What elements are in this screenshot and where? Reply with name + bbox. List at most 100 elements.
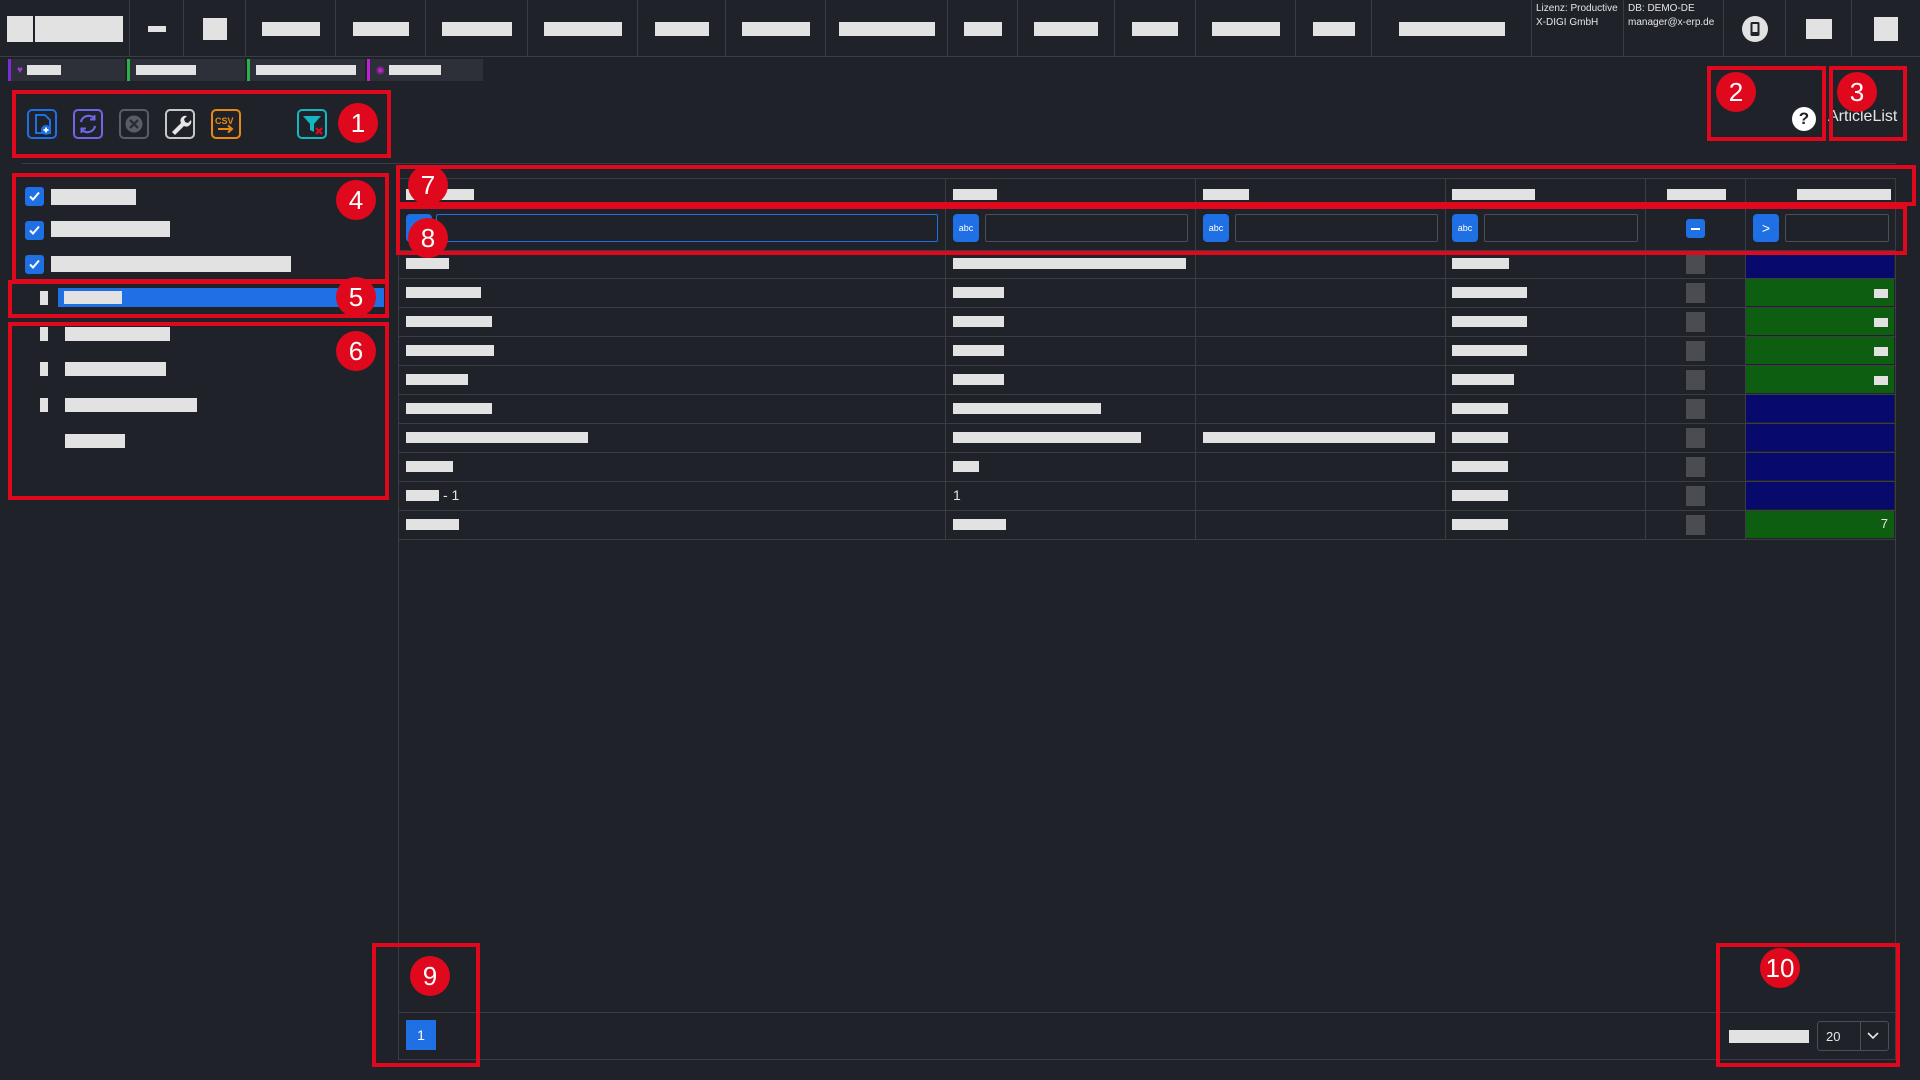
user-email: manager@x-erp.de (1628, 17, 1715, 28)
annotation-box-7 (396, 165, 1916, 206)
nav-action-2[interactable] (1852, 0, 1920, 57)
nav-item-7[interactable] (638, 0, 726, 57)
annotation-box-10 (1716, 943, 1900, 1067)
grid-bottom-border (398, 1059, 1896, 1060)
table-cell-suffix: - 1 (443, 487, 460, 503)
row-separator (398, 394, 1896, 395)
status-cell (1746, 395, 1894, 422)
row-separator (398, 336, 1896, 337)
status-cell (1746, 251, 1894, 278)
annotation-badge-4: 4 (336, 180, 376, 220)
table-cell (406, 287, 481, 298)
article-grid (398, 178, 1896, 1060)
row-marker[interactable] (1686, 283, 1705, 303)
annotation-box-1 (12, 90, 391, 158)
row-marker[interactable] (1686, 457, 1705, 477)
annotation-badge-10: 10 (1760, 948, 1800, 988)
table-cell (1452, 432, 1508, 443)
table-cell (406, 490, 439, 501)
table-cell (406, 432, 588, 443)
mobile-device-button[interactable] (1724, 0, 1786, 57)
table-cell (1452, 258, 1509, 269)
table-cell (953, 403, 1101, 414)
subtab-4[interactable]: ◉ (367, 59, 483, 81)
table-cell (1452, 490, 1508, 501)
subtab-1[interactable]: ♥ (8, 59, 125, 81)
annotation-badge-2: 2 (1716, 72, 1756, 112)
license-label: Lizenz: Productive (1536, 3, 1618, 14)
annotation-badge-5: 5 (336, 277, 376, 317)
row-marker[interactable] (1686, 341, 1705, 361)
table-cell (1452, 287, 1527, 298)
status-cell: 7 (1746, 511, 1894, 538)
status-cell (1746, 424, 1894, 451)
table-cell (953, 287, 1004, 298)
toolbar-divider (22, 163, 1896, 164)
top-navigation-bar: Lizenz: Productive X-DIGI GmbH DB: DEMO-… (0, 0, 1920, 57)
table-cell (953, 258, 1186, 269)
nav-item-10[interactable] (948, 0, 1018, 57)
nav-item-6[interactable] (528, 0, 638, 57)
status-cell (1746, 279, 1894, 306)
row-marker[interactable] (1686, 399, 1705, 419)
nav-item-9[interactable] (826, 0, 948, 57)
row-marker[interactable] (1686, 515, 1705, 535)
row-separator (398, 510, 1896, 511)
nav-item-1[interactable] (130, 0, 184, 57)
subtab-2[interactable] (127, 59, 245, 81)
row-marker[interactable] (1686, 486, 1705, 506)
annotation-box-4 (12, 173, 389, 283)
table-cell (1452, 316, 1527, 327)
nav-item-2[interactable] (184, 0, 246, 57)
nav-item-3[interactable] (246, 0, 336, 57)
nav-item-13[interactable] (1196, 0, 1296, 57)
annotation-box-6 (8, 322, 389, 500)
eye-icon: ◉ (376, 64, 385, 76)
nav-item-4[interactable] (336, 0, 426, 57)
table-cell (953, 345, 1004, 356)
row-separator (398, 452, 1896, 453)
row-marker[interactable] (1686, 312, 1705, 332)
db-label: DB: DEMO-DE (1628, 3, 1695, 14)
table-cell (406, 316, 492, 327)
table-cell (1452, 461, 1508, 472)
table-cell-value: 1 (953, 487, 961, 503)
table-cell (953, 519, 1006, 530)
company-label: X-DIGI GmbH (1536, 17, 1599, 28)
table-cell (953, 316, 1004, 327)
table-cell (1452, 519, 1508, 530)
license-info: Lizenz: Productive X-DIGI GmbH (1532, 0, 1624, 57)
row-marker[interactable] (1686, 428, 1705, 448)
table-cell (1203, 432, 1435, 443)
nav-item-8[interactable] (726, 0, 826, 57)
nav-item-15[interactable] (1372, 0, 1532, 57)
nav-item-14[interactable] (1296, 0, 1372, 57)
table-cell (406, 519, 459, 530)
annotation-box-5 (8, 280, 389, 318)
row-separator (398, 365, 1896, 366)
row-separator (398, 481, 1896, 482)
status-cell (1746, 366, 1894, 393)
nav-item-12[interactable] (1115, 0, 1196, 57)
nav-item-5[interactable] (426, 0, 528, 57)
status-cell (1746, 453, 1894, 480)
table-cell (406, 461, 453, 472)
status-cell (1746, 482, 1894, 509)
row-marker[interactable] (1686, 254, 1705, 274)
table-cell (1452, 374, 1514, 385)
nav-action-1[interactable] (1786, 0, 1852, 57)
app-logo[interactable] (0, 0, 130, 57)
status-count: 7 (1880, 516, 1888, 531)
row-separator (398, 278, 1896, 279)
status-cell (1746, 337, 1894, 364)
table-cell (1452, 345, 1527, 356)
heart-icon: ♥ (17, 64, 23, 76)
subtab-3[interactable] (247, 59, 365, 81)
nav-item-11[interactable] (1018, 0, 1115, 57)
footer-divider (398, 1012, 1896, 1013)
annotation-badge-3: 3 (1837, 72, 1877, 112)
status-cell (1746, 308, 1894, 335)
row-marker[interactable] (1686, 370, 1705, 390)
annotation-badge-8: 8 (408, 218, 448, 258)
annotation-badge-7: 7 (408, 165, 448, 205)
